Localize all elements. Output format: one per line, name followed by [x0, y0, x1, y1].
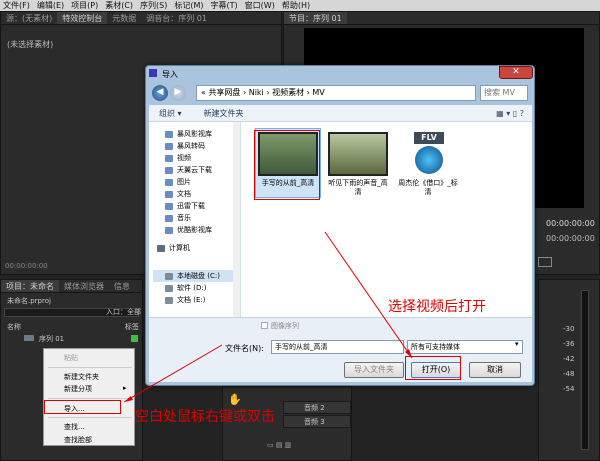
arrow-head [405, 349, 412, 358]
annotation-rightclick-text: 空白处鼠标右键或双击 [135, 409, 275, 425]
arrow-line [123, 344, 223, 403]
annotation-arrows [123, 231, 413, 403]
annotation-open-text: 选择视频后打开 [388, 299, 486, 315]
arrow-head [124, 396, 133, 402]
arrow-line [324, 231, 413, 359]
